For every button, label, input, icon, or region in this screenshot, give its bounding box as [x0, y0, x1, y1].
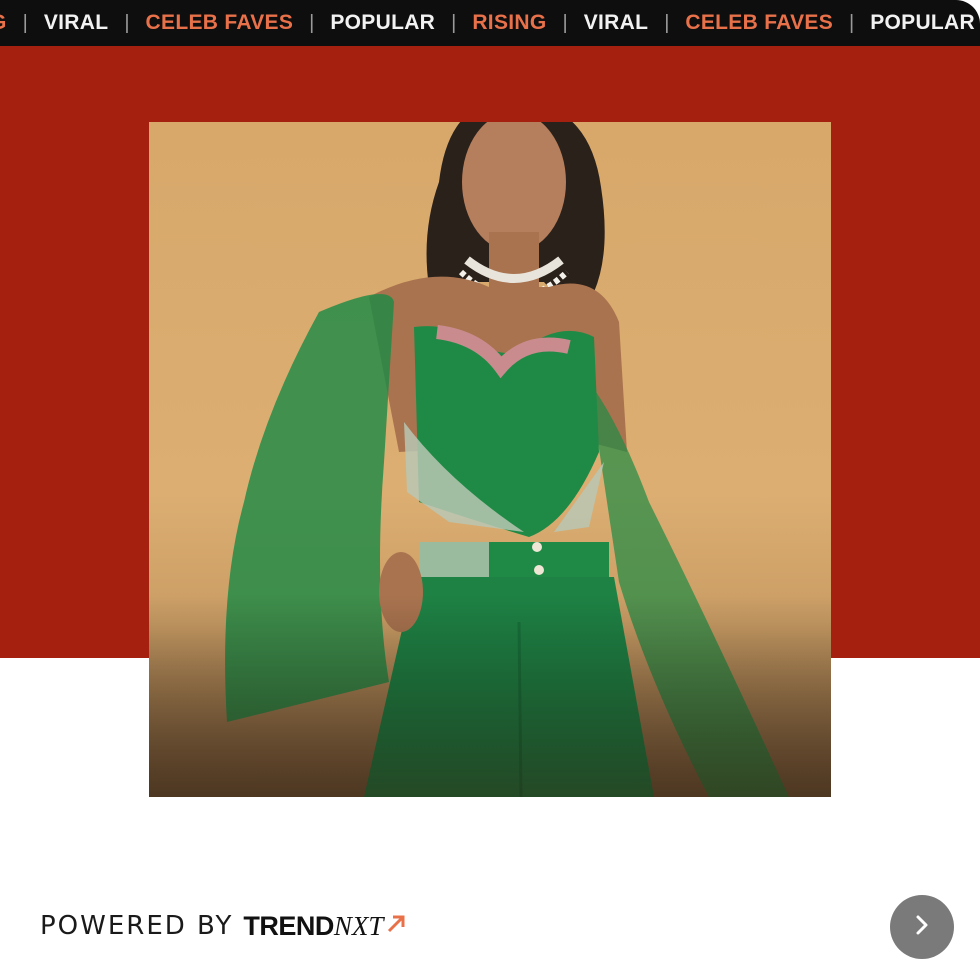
- ticker-item[interactable]: VIRAL: [584, 11, 649, 35]
- ticker-item[interactable]: CELEB FAVES: [685, 11, 833, 35]
- ticker-item[interactable]: VIRAL: [44, 11, 109, 35]
- chevron-right-icon: [908, 911, 936, 944]
- powered-by-brand: POWERED BY TREND NXT: [40, 906, 407, 946]
- ticker-item[interactable]: POPULAR: [330, 11, 435, 35]
- model-illustration: [149, 122, 831, 797]
- ticker-separator: |: [664, 11, 670, 34]
- brand-logo-suffix: NXT: [333, 910, 384, 941]
- ticker-bar: G | VIRAL | CELEB FAVES | POPULAR | RISI…: [0, 0, 980, 46]
- ticker-item[interactable]: POPULAR: [870, 11, 975, 35]
- brand-logo-name: TREND: [243, 910, 334, 941]
- powered-by-label: POWERED BY: [40, 911, 234, 941]
- product-photo[interactable]: [149, 122, 831, 797]
- ticker-separator: |: [309, 11, 315, 34]
- ticker-track: G | VIRAL | CELEB FAVES | POPULAR | RISI…: [0, 11, 980, 35]
- ticker-separator: |: [22, 11, 28, 34]
- ticker-item[interactable]: G: [0, 11, 7, 35]
- ticker-separator: |: [451, 11, 457, 34]
- ticker-separator: |: [124, 11, 130, 34]
- next-button[interactable]: [890, 895, 954, 959]
- arrow-up-right-icon: [385, 913, 407, 940]
- ticker-separator: |: [562, 11, 568, 34]
- ticker-item[interactable]: CELEB FAVES: [146, 11, 294, 35]
- ticker-separator: |: [849, 11, 855, 34]
- ticker-item[interactable]: RISING: [472, 11, 546, 35]
